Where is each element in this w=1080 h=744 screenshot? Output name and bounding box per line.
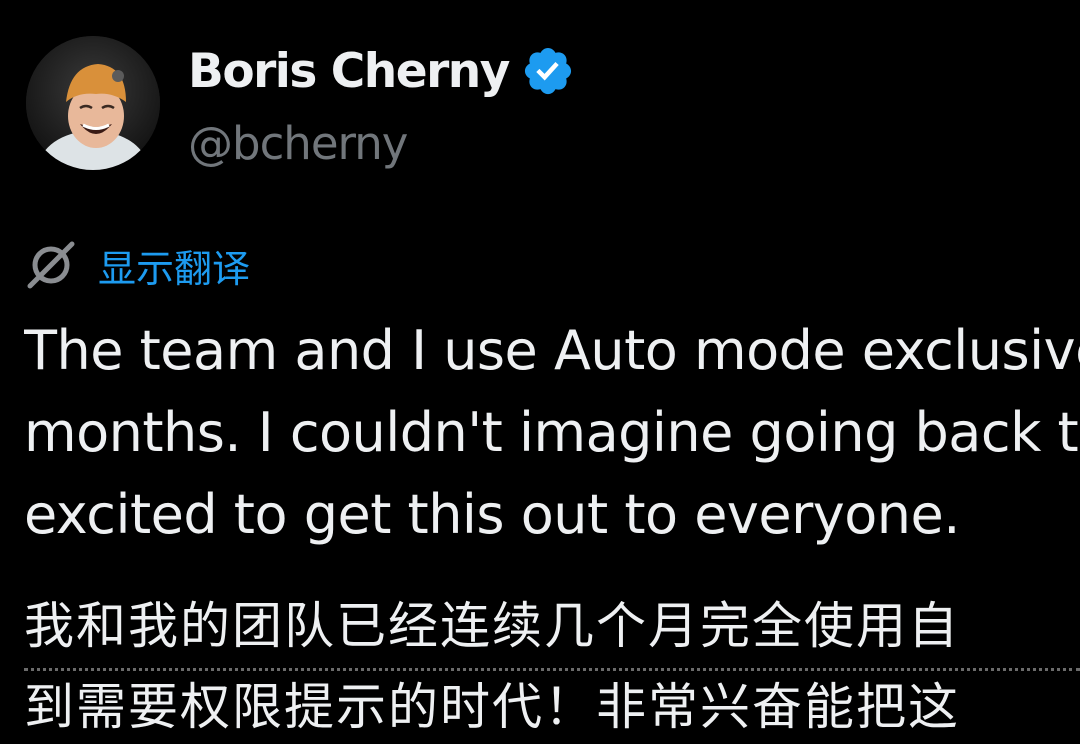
avatar-photo: [26, 36, 160, 170]
display-name[interactable]: Boris Cherny: [188, 44, 510, 99]
translated-text: 我和我的团队已经连续几个月完全使用自 到需要权限提示的时代！非常兴奋能把这: [24, 590, 1080, 743]
translate-toggle-icon: [24, 238, 78, 292]
show-translation-label[interactable]: 显示翻译: [98, 238, 250, 293]
tweet-text-line: excited to get this out to everyone.: [24, 483, 960, 546]
user-handle[interactable]: @bcherny: [188, 112, 408, 174]
translated-text-line: 我和我的团队已经连续几个月完全使用自: [24, 590, 1080, 671]
verified-badge-icon: [521, 44, 575, 98]
tweet-text-line: The team and I use Auto mode exclusive: [24, 319, 1080, 382]
show-translation-button[interactable]: 显示翻译: [24, 236, 250, 294]
translated-text-line: 到需要权限提示的时代！非常兴奋能把这: [24, 678, 960, 736]
tweet-text-line: months. I couldn't imagine going back to: [24, 401, 1080, 464]
author-name-row[interactable]: Boris Cherny: [188, 36, 575, 106]
tweet-text: The team and I use Auto mode exclusive m…: [24, 310, 1080, 556]
avatar[interactable]: [26, 36, 160, 170]
